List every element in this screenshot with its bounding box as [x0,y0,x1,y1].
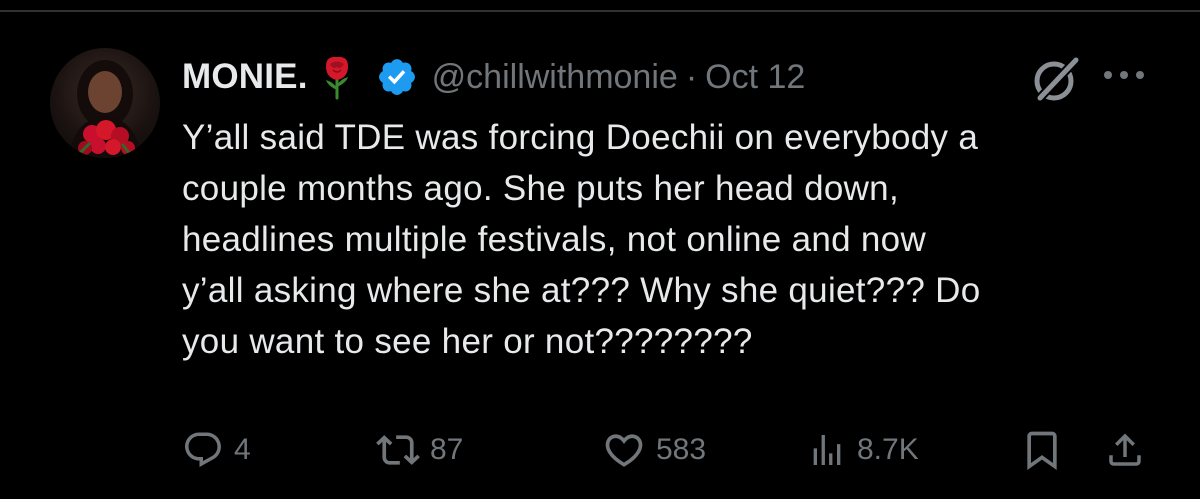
rose-icon [318,54,356,100]
repost-icon [376,435,420,465]
bookmark-icon [1027,431,1057,471]
action-bar: 4 87 583 8.7K [182,425,1162,475]
avatar[interactable] [50,48,160,158]
grok-icon[interactable] [1030,54,1082,106]
separator-dot: · [685,57,698,96]
share-icon [1109,433,1141,466]
heart-icon [605,434,643,467]
like-button[interactable]: 583 [602,425,706,475]
tweet-text: Y’all said TDE was forcing Doechii on ev… [182,118,981,361]
reply-icon [185,432,221,467]
display-name[interactable]: MONIE. [182,57,308,97]
tweet-header: MONIE. @chillwithmonie · Oct 12 [182,52,805,102]
bookmark-button[interactable] [1020,425,1064,475]
views-icon [813,435,841,465]
share-button[interactable] [1104,425,1146,475]
timestamp[interactable]: Oct 12 [705,58,805,97]
repost-count: 87 [430,433,464,466]
more-options-icon[interactable] [1100,66,1148,84]
like-count: 583 [656,433,707,466]
views-count: 8.7K [857,433,919,466]
reply-button[interactable]: 4 [182,425,251,475]
repost-button[interactable]: 87 [376,425,463,475]
handle[interactable]: @chillwithmonie [432,58,678,97]
avatar-image [68,60,142,158]
views-button[interactable]: 8.7K [807,425,919,475]
tweet-card[interactable]: MONIE. @chillwithmonie · Oct 12 Y’all sa… [0,0,1200,499]
reply-count: 4 [234,433,251,466]
verified-badge-icon[interactable] [376,56,418,98]
